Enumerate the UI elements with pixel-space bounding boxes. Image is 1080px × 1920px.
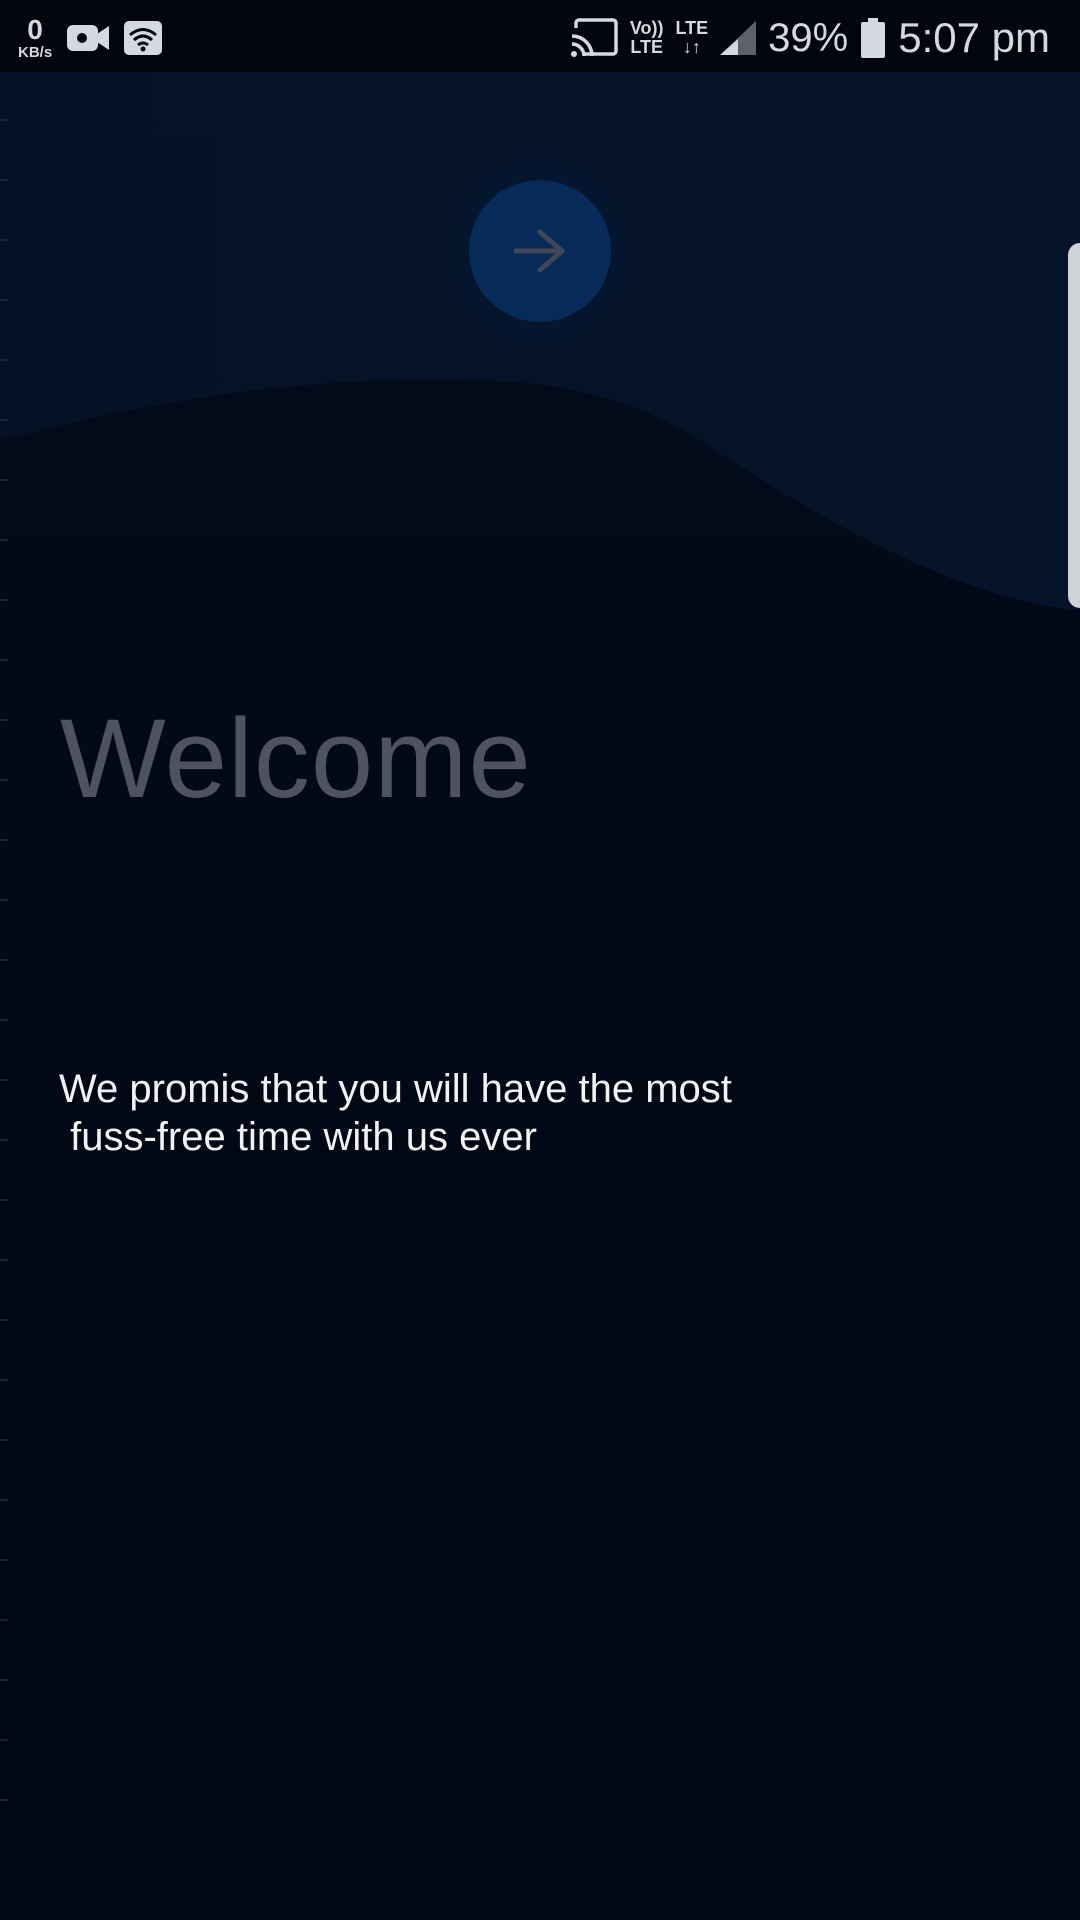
welcome-title: Welcome <box>60 696 532 821</box>
status-bar-right: Vo)) LTE LTE ↓↑ 39% 5:07 pm <box>570 8 1050 68</box>
lte-top: LTE <box>675 18 709 39</box>
left-edge-ticks <box>0 119 8 1801</box>
status-clock: 5:07 pm <box>898 14 1050 61</box>
wifi-icon <box>124 21 163 55</box>
signal-icon <box>720 21 757 55</box>
edge-panel-handle[interactable] <box>1068 243 1080 608</box>
battery-percent: 39% <box>768 15 849 60</box>
cast-icon <box>570 18 618 58</box>
background-wave <box>0 72 1080 610</box>
welcome-tagline: We promis that you will have the most fu… <box>59 1067 732 1159</box>
volte-bottom: LTE <box>630 37 663 57</box>
battery-icon <box>861 18 886 58</box>
data-speed-value: 0 <box>27 14 43 45</box>
welcome-screen: 0 KB/s Vo)) LTE LTE ↓↑ 39% 5:07 pm Welco… <box>0 0 1080 1920</box>
volte-top: Vo)) <box>629 18 664 39</box>
volte-indicator: Vo)) LTE <box>630 19 664 57</box>
data-speed-unit: KB/s <box>18 44 53 61</box>
next-button[interactable] <box>454 157 626 345</box>
data-speed: 0 KB/s <box>18 14 53 61</box>
next-button-inner <box>469 180 611 322</box>
arrow-right-icon <box>513 229 565 273</box>
status-bar: 0 KB/s Vo)) LTE LTE ↓↑ 39% 5:07 pm <box>0 0 1080 72</box>
lte-bottom: ↓↑ <box>682 37 701 57</box>
lte-data-indicator: LTE ↓↑ <box>676 19 709 57</box>
status-bar-left: 0 KB/s <box>18 10 163 66</box>
video-camera-icon <box>67 25 110 51</box>
